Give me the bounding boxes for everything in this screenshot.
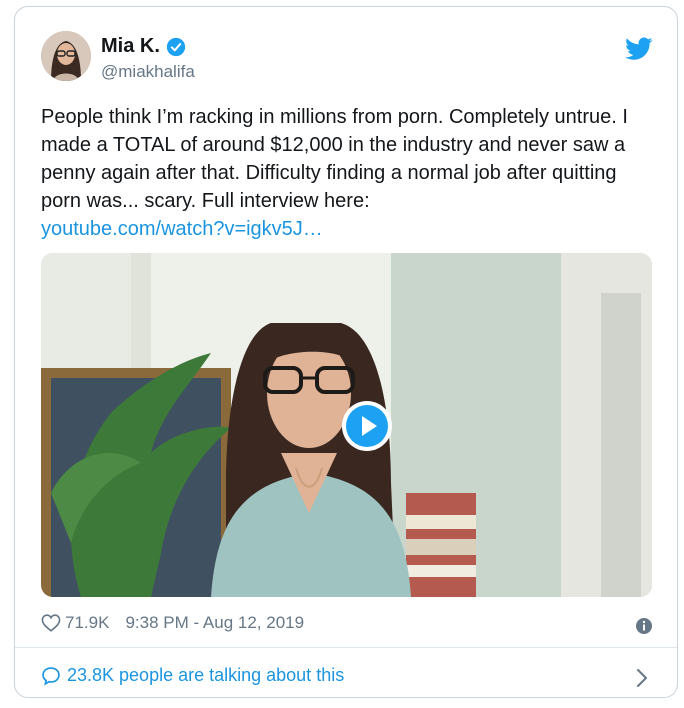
tweet-link[interactable]: youtube.com/watch?v=igkv5J… [41, 215, 661, 243]
tweet-text: People think I’m racking in millions fro… [41, 103, 661, 243]
twitter-bird-icon[interactable] [625, 37, 653, 61]
video-thumbnail[interactable] [41, 253, 652, 597]
info-icon[interactable] [635, 617, 653, 635]
tweet-card: Mia K. @miakhalifa People think I’m rack… [14, 6, 678, 698]
chevron-right-icon[interactable] [635, 668, 649, 688]
author-name[interactable]: Mia K. [101, 35, 160, 58]
tweet-body: People think I’m racking in millions fro… [41, 106, 628, 212]
avatar[interactable] [41, 31, 91, 81]
talking-about-text: 23.8K people are talking about this [67, 665, 345, 685]
avatar-image [41, 31, 91, 81]
play-icon[interactable] [341, 400, 393, 452]
divider [15, 647, 677, 648]
author-handle[interactable]: @miakhalifa [101, 62, 195, 82]
like-count[interactable]: 71.9K [65, 613, 109, 633]
talking-about-link[interactable]: 23.8K people are talking about this [41, 665, 344, 686]
verified-badge-icon [166, 37, 186, 56]
author-row: Mia K. [101, 35, 186, 58]
tweet-meta: 71.9K 9:38 PM - Aug 12, 2019 [41, 613, 304, 633]
heart-icon[interactable] [41, 614, 61, 632]
speech-bubble-icon [42, 666, 60, 686]
tweet-timestamp[interactable]: 9:38 PM - Aug 12, 2019 [125, 613, 304, 633]
